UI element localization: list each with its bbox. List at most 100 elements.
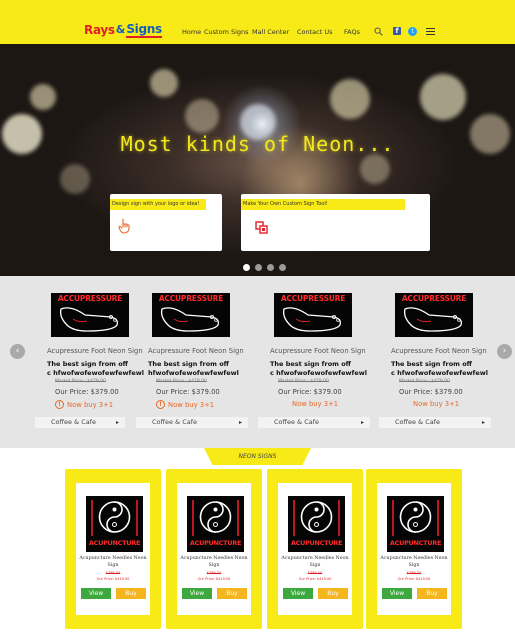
nav-mall-center[interactable]: Mall Center [252, 28, 289, 36]
category-link[interactable]: Coffee & Cafe ▸ [35, 417, 125, 428]
bokeh-light [420, 74, 466, 120]
buy-offer[interactable]: ! Now buy 3+1 [156, 400, 214, 409]
category-label: Coffee & Cafe [395, 418, 441, 426]
product-image-text: ACCUPRESSURE [57, 294, 123, 303]
our-price: Our Price: $379.00 [156, 388, 220, 396]
market-price: Market Price : $479.00 [278, 379, 329, 384]
product-carousel: ‹ › ACCUPRESSURE Acupressure Foot Neon S… [0, 276, 515, 448]
neon-signs-section-tab[interactable]: NEON SIGNS [204, 448, 311, 465]
buy-offer[interactable]: ! Now buy 3+1 [55, 400, 113, 409]
hero-banner: Most kinds of Neon... Design sign with y… [0, 44, 515, 276]
product-desc-line: The best sign from off [391, 360, 472, 368]
bokeh-light [185, 99, 219, 133]
our-price: Our Price: $379.00 [399, 388, 463, 396]
search-icon[interactable] [374, 27, 383, 36]
buy-button[interactable]: Buy [318, 588, 348, 599]
product-desc-line: hfwofwofewofewfewfewl [148, 368, 239, 377]
slide-indicators [243, 264, 286, 271]
neon-sign-image[interactable]: ACUPUNCTURE [86, 496, 143, 552]
view-button[interactable]: View [81, 588, 111, 599]
menu-icon-bar [425, 27, 435, 30]
product-name[interactable]: Acupressure Foot Neon Sign [148, 347, 244, 355]
product-name[interactable]: Acupressure Foot Neon Sign [47, 347, 143, 355]
carousel-prev-button[interactable]: ‹ [10, 344, 25, 359]
buy-offer[interactable]: Now buy 3+1 [292, 400, 338, 408]
site-logo[interactable]: Rays & Signs [84, 21, 172, 38]
neon-sign-market-price: $389.00 [206, 571, 222, 575]
product-image[interactable]: ACCUPRESSURE [395, 293, 473, 337]
neon-sign-title[interactable]: Acupuncture Needles Neon Sign [278, 556, 352, 569]
category-link[interactable]: Coffee & Cafe ▸ [379, 417, 491, 428]
view-button[interactable]: View [182, 588, 212, 599]
neon-sign-image[interactable]: ACUPUNCTURE [387, 496, 444, 552]
nav-custom-signs[interactable]: Custom Signs [204, 28, 249, 36]
hero-title: Most kinds of Neon... [120, 132, 395, 156]
chevron-right-icon: ▸ [238, 419, 242, 426]
product-description: The best sign from off c hfwofwofewofewf… [391, 360, 495, 377]
category-label: Coffee & Cafe [152, 418, 198, 426]
bokeh-light [30, 84, 56, 110]
buy-button[interactable]: Buy [217, 588, 247, 599]
slide-dot[interactable] [255, 264, 262, 271]
bokeh-light [150, 69, 178, 97]
product-image-text: ACCUPRESSURE [280, 294, 346, 303]
neon-sign-image[interactable]: ACUPUNCTURE [187, 496, 244, 552]
market-price: Market Price : $479.00 [399, 379, 450, 384]
neon-sign-inner: ACUPUNCTURE Acupuncture Needles Neon Sig… [74, 481, 152, 617]
category-link[interactable]: Coffee & Cafe ▸ [258, 417, 370, 428]
nav-home[interactable]: Home [182, 28, 201, 36]
neon-sign-market-price: $389.00 [105, 571, 121, 575]
neon-sign-card: ACUPUNCTURE Acupuncture Needles Neon Sig… [366, 469, 462, 629]
logo-text-signs: Signs [126, 21, 162, 38]
product-card[interactable]: ACCUPRESSURE Acupressure Foot Neon Sign … [258, 276, 385, 448]
slide-dot[interactable] [267, 264, 274, 271]
logo-text-amp: & [115, 23, 126, 36]
product-name[interactable]: Acupressure Foot Neon Sign [270, 347, 366, 355]
chevron-right-icon: ▸ [115, 419, 119, 426]
product-image[interactable]: ACCUPRESSURE [51, 293, 129, 337]
nav-contact-us[interactable]: Contact Us [297, 28, 333, 36]
neon-sign-title[interactable]: Acupuncture Needles Neon Sign [177, 556, 251, 569]
neon-sign-image-text: ACUPUNCTURE [389, 539, 442, 547]
neon-sign-card: ACUPUNCTURE Acupuncture Needles Neon Sig… [267, 469, 363, 629]
chevron-right-icon: ▸ [481, 419, 485, 426]
neon-sign-title[interactable]: Acupuncture Needles Neon Sign [377, 556, 451, 569]
product-card[interactable]: ACCUPRESSURE Acupressure Foot Neon Sign … [136, 276, 263, 448]
slide-dot[interactable] [279, 264, 286, 271]
product-desc-line: The best sign from off [270, 360, 351, 368]
product-image[interactable]: ACCUPRESSURE [274, 293, 352, 337]
slide-dot[interactable] [243, 264, 250, 271]
facebook-icon[interactable]: f [393, 27, 401, 35]
layers-icon [255, 220, 269, 234]
bokeh-light [360, 154, 390, 184]
market-price: Market Price : $479.00 [156, 379, 207, 384]
buy-button[interactable]: Buy [417, 588, 447, 599]
our-price: Our Price: $379.00 [278, 388, 342, 396]
buy-offer[interactable]: Now buy 3+1 [413, 400, 459, 408]
twitter-icon[interactable]: t [408, 27, 417, 36]
header-bar: Rays & Signs Home Custom Signs Mall Cent… [0, 0, 515, 44]
buy-button[interactable]: Buy [116, 588, 146, 599]
design-sign-card[interactable]: Design sign with your logo or idea! [110, 194, 222, 251]
category-label: Coffee & Cafe [51, 418, 97, 426]
category-link[interactable]: Coffee & Cafe ▸ [136, 417, 248, 428]
neon-sign-market-price: $389.00 [307, 571, 323, 575]
market-price: Market Price : $479.00 [55, 379, 106, 384]
nav-faqs[interactable]: FAQs [344, 28, 360, 36]
view-button[interactable]: View [382, 588, 412, 599]
menu-icon[interactable] [425, 27, 435, 36]
bokeh-light [330, 79, 370, 119]
neon-sign-image[interactable]: ACUPUNCTURE [288, 496, 345, 552]
product-name[interactable]: Acupressure Foot Neon Sign [391, 347, 487, 355]
neon-sign-title[interactable]: Acupuncture Needles Neon Sign [76, 556, 150, 569]
custom-sign-tool-card[interactable]: Make Your Own Custom Sign Tool! [241, 194, 430, 251]
neon-sign-card: ACUPUNCTURE Acupuncture Needles Neon Sig… [166, 469, 262, 629]
neon-sign-inner: ACUPUNCTURE Acupuncture Needles Neon Sig… [276, 481, 354, 617]
page: Rays & Signs Home Custom Signs Mall Cent… [0, 0, 515, 633]
product-image[interactable]: ACCUPRESSURE [152, 293, 230, 337]
product-card[interactable]: ACCUPRESSURE Acupressure Foot Neon Sign … [379, 276, 506, 448]
neon-sign-market-price: $389.00 [406, 571, 422, 575]
product-description: The best sign from off c hfwofwofewofewf… [47, 360, 157, 377]
view-button[interactable]: View [283, 588, 313, 599]
alert-icon: ! [55, 400, 64, 409]
